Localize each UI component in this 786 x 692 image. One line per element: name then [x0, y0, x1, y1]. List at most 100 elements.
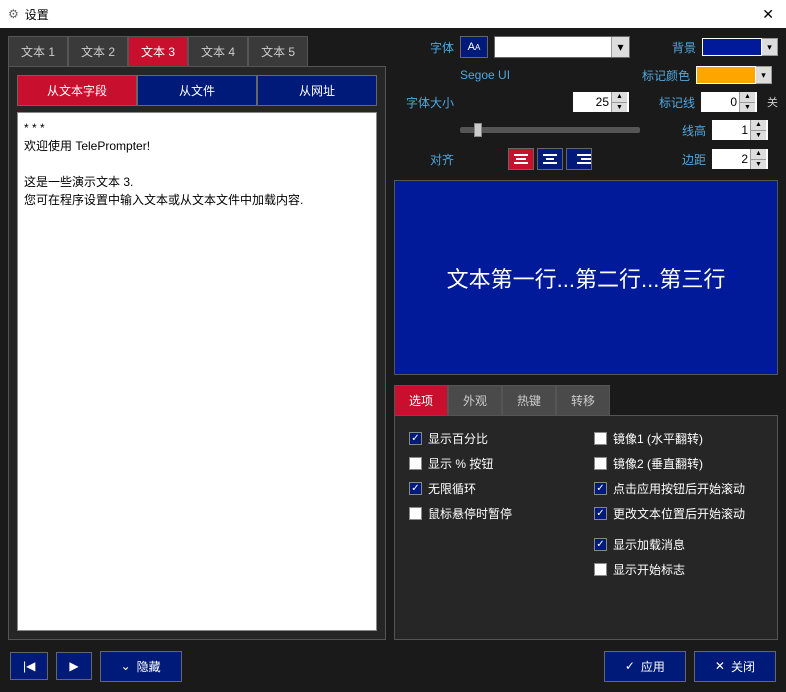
background-swatch[interactable] [702, 38, 762, 56]
hide-button[interactable]: ⌄隐藏 [100, 651, 182, 682]
play-button[interactable]: ▶ [56, 652, 91, 680]
text-input[interactable]: * * * 欢迎使用 TelePrompter! 这是一些演示文本 3. 您可在… [17, 112, 377, 631]
chk-show-percent-btn[interactable]: 显示 % 按钮 [409, 455, 578, 472]
chk-infinite-loop[interactable]: ✓无限循环 [409, 480, 578, 497]
options-panel: ✓显示百分比 显示 % 按钮 ✓无限循环 鼠标悬停时暂停 镜像1 (水平翻转) … [394, 415, 778, 640]
tab-text-2[interactable]: 文本 2 [68, 36, 128, 66]
font-size-row: 字体大小 ▲▼ 标记线 ▲▼ 关 [394, 92, 778, 112]
play-icon: ▶ [69, 659, 78, 673]
footer: |◀ ▶ ⌄隐藏 ✓应用 ✕关闭 [0, 648, 786, 684]
chk-label: 显示加载消息 [613, 536, 685, 553]
checkbox-icon[interactable] [409, 507, 422, 520]
background-label: 背景 [636, 39, 696, 56]
right-panel: 字体 AA ▾ 背景 ▾ Segoe UI 标记颜色 ▾ 字体大小 [394, 36, 778, 640]
font-size-input[interactable] [573, 92, 611, 112]
slider-thumb[interactable] [474, 123, 482, 137]
line-height-spinner[interactable]: ▲▼ [712, 120, 768, 140]
left-panel: 文本 1 文本 2 文本 3 文本 4 文本 5 从文本字段 从文件 从网址 *… [8, 36, 386, 640]
font-size-label: 字体大小 [394, 94, 454, 111]
checkbox-icon[interactable]: ✓ [594, 538, 607, 551]
spin-down-icon[interactable]: ▼ [751, 131, 766, 141]
source-from-url[interactable]: 从网址 [257, 75, 377, 106]
source-from-file[interactable]: 从文件 [137, 75, 257, 106]
checkbox-grid: ✓显示百分比 显示 % 按钮 ✓无限循环 鼠标悬停时暂停 镜像1 (水平翻转) … [409, 430, 763, 578]
check-icon: ✓ [625, 659, 635, 673]
text-tabs: 文本 1 文本 2 文本 3 文本 4 文本 5 [8, 36, 386, 66]
chk-mirror-v[interactable]: 镜像2 (垂直翻转) [594, 455, 763, 472]
spin-down-icon[interactable]: ▼ [740, 103, 755, 113]
checkbox-icon[interactable] [594, 432, 607, 445]
align-right-button[interactable] [566, 148, 592, 170]
source-from-field[interactable]: 从文本字段 [17, 75, 137, 106]
checkbox-icon[interactable] [594, 563, 607, 576]
tab-text-4[interactable]: 文本 4 [188, 36, 248, 66]
tab-text-3[interactable]: 文本 3 [128, 36, 188, 66]
chk-show-load-msg[interactable]: ✓ 显示加载消息 [594, 536, 763, 553]
chk-show-start-mark[interactable]: 显示开始标志 [594, 561, 763, 578]
chk-pause-hover[interactable]: 鼠标悬停时暂停 [409, 505, 578, 522]
checkbox-icon[interactable]: ✓ [594, 482, 607, 495]
checkbox-icon[interactable]: ✓ [409, 482, 422, 495]
spin-down-icon[interactable]: ▼ [612, 103, 627, 113]
margin-input[interactable] [712, 149, 750, 169]
content: 文本 1 文本 2 文本 3 文本 4 文本 5 从文本字段 从文件 从网址 *… [0, 28, 786, 648]
marker-line-input[interactable] [701, 92, 739, 112]
tab-appearance[interactable]: 外观 [448, 385, 502, 415]
margin-label: 边距 [646, 151, 706, 168]
source-buttons: 从文本字段 从文件 从网址 [17, 75, 377, 106]
close-icon[interactable]: ✕ [758, 6, 778, 23]
chk-mirror-h[interactable]: 镜像1 (水平翻转) [594, 430, 763, 447]
marker-color-swatch[interactable] [696, 66, 756, 84]
spin-up-icon[interactable]: ▲ [740, 92, 755, 103]
preview-text: 文本第一行...第二行...第三行 [447, 262, 726, 294]
chk-show-percent[interactable]: ✓显示百分比 [409, 430, 578, 447]
font-icon-button[interactable]: AA [460, 36, 488, 58]
spin-up-icon[interactable]: ▲ [751, 120, 766, 131]
option-tabs: 选项 外观 热键 转移 [394, 385, 778, 415]
checkbox-icon[interactable] [409, 457, 422, 470]
chk-scroll-on-change[interactable]: ✓更改文本位置后开始滚动 [594, 505, 763, 522]
spin-up-icon[interactable]: ▲ [612, 92, 627, 103]
marker-line-suffix: 关 [767, 94, 778, 110]
chk-label: 显示 % 按钮 [428, 455, 493, 472]
font-select-body[interactable] [495, 37, 611, 57]
spin-down-icon[interactable]: ▼ [751, 160, 766, 170]
rewind-button[interactable]: |◀ [10, 652, 48, 680]
tab-text-1[interactable]: 文本 1 [8, 36, 68, 66]
chevron-down-icon[interactable]: ▾ [762, 38, 778, 56]
font-size-spinner[interactable]: ▲▼ [573, 92, 629, 112]
marker-line-spinner[interactable]: ▲▼ [701, 92, 757, 112]
marker-color-picker[interactable]: ▾ [696, 66, 772, 84]
checkbox-icon[interactable] [594, 457, 607, 470]
chk-scroll-on-apply[interactable]: ✓点击应用按钮后开始滚动 [594, 480, 763, 497]
hide-label: 隐藏 [137, 658, 161, 675]
apply-button[interactable]: ✓应用 [604, 651, 686, 682]
font-select[interactable]: ▾ [494, 36, 630, 58]
chk-label: 镜像2 (垂直翻转) [613, 455, 703, 472]
line-height-label: 线高 [646, 122, 706, 139]
align-center-button[interactable] [537, 148, 563, 170]
marker-line-label: 标记线 [635, 94, 695, 111]
chevron-down-icon[interactable]: ▾ [611, 37, 629, 57]
tab-options[interactable]: 选项 [394, 385, 448, 415]
marker-color-label: 标记颜色 [630, 67, 690, 84]
font-size-slider[interactable] [460, 127, 640, 133]
chk-label: 鼠标悬停时暂停 [428, 505, 512, 522]
chk-label: 镜像1 (水平翻转) [613, 430, 703, 447]
tab-transfer[interactable]: 转移 [556, 385, 610, 415]
tab-hotkeys[interactable]: 热键 [502, 385, 556, 415]
tab-text-5[interactable]: 文本 5 [248, 36, 308, 66]
align-left-button[interactable] [508, 148, 534, 170]
background-color-picker[interactable]: ▾ [702, 38, 778, 56]
margin-spinner[interactable]: ▲▼ [712, 149, 768, 169]
spin-up-icon[interactable]: ▲ [751, 149, 766, 160]
checkbox-icon[interactable]: ✓ [594, 507, 607, 520]
slider-row: 线高 ▲▼ [394, 120, 778, 140]
align-buttons [460, 148, 640, 170]
chk-label: 显示开始标志 [613, 561, 685, 578]
chevron-down-icon[interactable]: ▾ [756, 66, 772, 84]
line-height-input[interactable] [712, 120, 750, 140]
checkbox-icon[interactable]: ✓ [409, 432, 422, 445]
close-label: 关闭 [731, 658, 755, 675]
close-button[interactable]: ✕关闭 [694, 651, 776, 682]
